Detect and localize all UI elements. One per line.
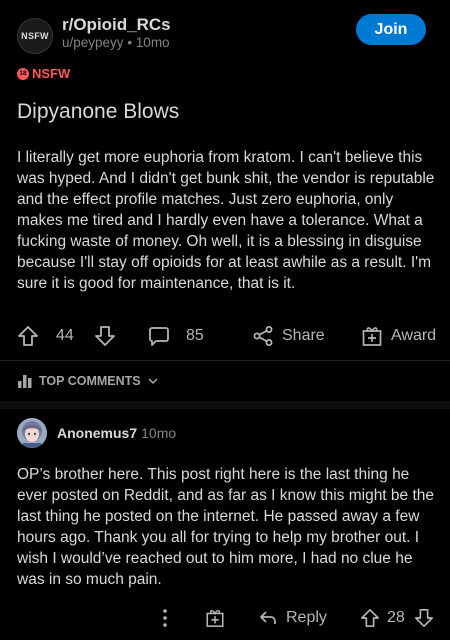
- join-button[interactable]: Join: [356, 14, 426, 45]
- post-vote-count: 44: [56, 327, 74, 344]
- subreddit-name[interactable]: r/Opioid_RCs: [62, 15, 171, 35]
- post-title: Dipyanone Blows: [17, 100, 180, 123]
- comment-upvote-button[interactable]: [360, 602, 380, 634]
- sort-label: TOP COMMENTS: [39, 374, 141, 388]
- nsfw-18-icon: 18: [17, 67, 29, 80]
- nsfw-tag: 18 NSFW: [17, 66, 70, 81]
- comment-age: 10mo: [141, 425, 177, 441]
- comment-bubble-icon: [149, 327, 169, 346]
- commenter-avatar[interactable]: [17, 418, 47, 448]
- comment-body: OP’s brother here. This post right here …: [17, 466, 435, 588]
- comments-button[interactable]: 85: [148, 320, 204, 352]
- share-icon: [253, 326, 273, 346]
- comment-section-separator: [0, 401, 450, 409]
- post-body: I literally get more euphoria from krato…: [17, 149, 435, 292]
- comment-more-button[interactable]: [162, 602, 168, 634]
- comment-count: 85: [186, 327, 204, 344]
- more-vertical-icon: [163, 609, 167, 627]
- arrow-down-icon: [415, 609, 433, 627]
- post-action-bar: 44 85 Share Award: [0, 320, 450, 352]
- comment-header: Anonemus7 10mo: [57, 425, 176, 441]
- gift-icon: [362, 327, 382, 346]
- comment-sort-dropdown[interactable]: TOP COMMENTS: [17, 373, 159, 389]
- downvote-button[interactable]: [94, 320, 116, 352]
- chevron-down-icon: [148, 378, 158, 385]
- arrow-up-icon: [361, 609, 379, 627]
- arrow-up-icon: [18, 326, 38, 346]
- reply-label: Reply: [286, 609, 327, 626]
- post-age: 10mo: [135, 35, 170, 50]
- comment-downvote-button[interactable]: [414, 602, 434, 634]
- award-label: Award: [391, 327, 437, 344]
- comment-action-bar: Reply 28: [0, 603, 450, 633]
- reply-button[interactable]: Reply: [258, 602, 327, 634]
- gift-icon: [206, 610, 224, 627]
- post-divider: [0, 360, 450, 361]
- bar-chart-icon: [18, 375, 32, 388]
- post-author[interactable]: u/peypeyy: [62, 35, 124, 50]
- share-label: Share: [282, 327, 325, 344]
- arrow-down-icon: [95, 326, 115, 346]
- comment-vote-count: 28: [387, 609, 405, 626]
- anime-avatar-icon: [17, 418, 47, 448]
- subreddit-avatar[interactable]: NSFW: [17, 18, 53, 54]
- comment-author[interactable]: Anonemus7: [57, 425, 137, 441]
- award-button[interactable]: Award: [361, 320, 436, 352]
- nsfw-label: NSFW: [32, 66, 71, 81]
- reply-arrow-icon: [260, 611, 276, 624]
- post-meta: u/peypeyy • 10mo: [62, 35, 170, 50]
- share-button[interactable]: Share: [252, 320, 325, 352]
- upvote-button[interactable]: [17, 320, 39, 352]
- meta-separator: •: [127, 35, 136, 50]
- subreddit-avatar-label: NSFW: [21, 31, 49, 41]
- comment-award-button[interactable]: [205, 602, 225, 634]
